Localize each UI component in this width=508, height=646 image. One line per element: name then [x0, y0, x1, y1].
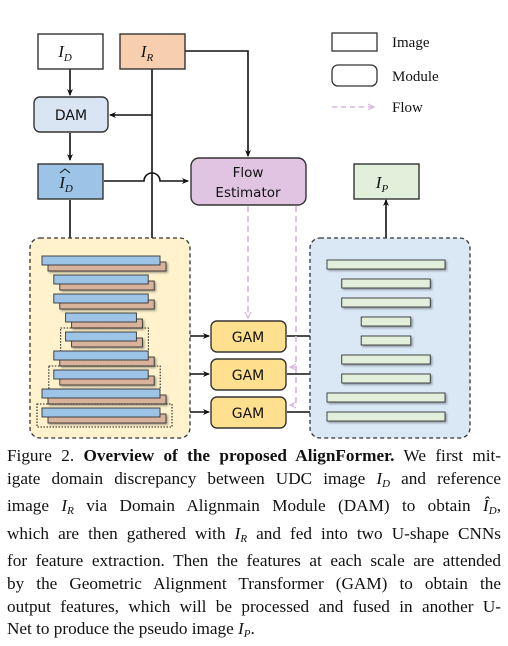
caption-text: and fed into two U-shape CNNs: [247, 523, 501, 543]
caption-line-8: Net to produce the pseudo image IP.: [7, 618, 501, 646]
output-feature-bar: [341, 373, 431, 384]
caption-text: image: [7, 496, 62, 516]
degraded-feature-bar: [53, 274, 149, 285]
legend-image-swatch: [331, 32, 378, 52]
caption-text: igate domain discrepancy between UDC ima…: [7, 468, 377, 488]
output-feature-bar: [341, 278, 431, 289]
legend-image-label: Image: [392, 35, 430, 51]
legend: Image Module Flow: [331, 32, 439, 116]
gam-module-3: GAM: [210, 396, 287, 429]
legend-module-swatch: [331, 64, 378, 87]
image-node-ip-sub: P: [380, 183, 388, 195]
caption-text: We first mit-: [394, 446, 502, 465]
gam-module-2-label: GAM: [232, 368, 265, 384]
output-feature-bar: [360, 335, 412, 346]
gam-module-1: GAM: [210, 320, 287, 353]
dam-module: DAM: [33, 96, 109, 133]
image-node-ip: IP: [353, 163, 420, 200]
caption-text: and reference: [390, 468, 501, 488]
degraded-feature-bar: [65, 331, 137, 342]
image-node-id-hat-sub: D: [64, 183, 73, 195]
gam-module-3-label: GAM: [232, 406, 265, 422]
caption-title: Overview of the proposed AlignFormer.: [83, 446, 395, 465]
caption-text: ,: [496, 496, 501, 516]
arrow-ir-to-flow: [185, 50, 251, 157]
degraded-feature-bar: [41, 388, 161, 399]
degraded-feature-bar: [53, 293, 149, 304]
alignformer-diagram: ID IR DAM ID Flow Estimator IP GAM GAM G…: [29, 32, 471, 439]
caption-line-7: output features, which will be processed…: [7, 596, 501, 616]
math-sub: D: [488, 505, 497, 518]
image-node-ir-sub: R: [145, 52, 153, 64]
caption-line-5: for feature extraction. Then the feature…: [7, 551, 501, 571]
flow-estimator-label-line1: Flow: [233, 165, 264, 181]
arrow-idhat-to-flow: [104, 172, 189, 184]
image-node-id-sub: D: [63, 52, 72, 64]
degraded-feature-bar: [41, 255, 161, 266]
caption-line-3: image IR via Domain Alignmain Module (DA…: [7, 495, 501, 523]
output-feature-bar: [326, 392, 446, 403]
output-feature-bar: [326, 259, 446, 270]
degraded-feature-bar: [53, 350, 149, 361]
gam-module-2: GAM: [210, 358, 287, 391]
caption-line-2: igate domain discrepancy between UDC ima…: [7, 468, 501, 496]
caption-text: .: [250, 619, 255, 639]
image-node-id-hat: ID: [37, 163, 104, 200]
flow-estimator-module: Flow Estimator: [190, 157, 307, 206]
degraded-feature-bar: [65, 312, 137, 323]
math-sub: D: [382, 477, 391, 490]
caption-line-1: Figure 2. Overview of the proposed Align…: [7, 445, 501, 468]
output-feature-bar: [341, 297, 431, 308]
flow-to-gam-2: [290, 206, 297, 367]
caption-text: Net to produce the pseudo image: [7, 619, 239, 639]
caption-line-6: by the Geometric Alignment Transformer (…: [7, 573, 501, 593]
flow-to-gam-3: [290, 367, 297, 405]
caption-line-4: which are then gathered with IR and fed …: [7, 523, 501, 551]
dam-module-label: DAM: [55, 108, 87, 124]
image-node-ir: IR: [119, 33, 186, 70]
math-sub: R: [67, 505, 74, 518]
caption-text: via Domain Alignmain Module (DAM) to obt…: [73, 496, 484, 516]
caption-figure-label: Figure 2.: [7, 446, 75, 465]
legend-module-label: Module: [392, 69, 439, 85]
caption-text: which are then gathered with: [7, 523, 235, 543]
degraded-feature-bar: [53, 369, 149, 380]
output-feature-bar: [326, 411, 446, 422]
gam-module-1-label: GAM: [232, 330, 265, 346]
output-feature-bar: [341, 354, 431, 365]
figure-caption: Figure 2. Overview of the proposed Align…: [7, 445, 501, 646]
image-node-id: ID: [37, 33, 104, 70]
flow-estimator-label-line2: Estimator: [215, 185, 281, 201]
degraded-feature-bar: [41, 407, 161, 418]
output-feature-bar: [360, 316, 412, 327]
legend-flow-label: Flow: [392, 100, 423, 116]
